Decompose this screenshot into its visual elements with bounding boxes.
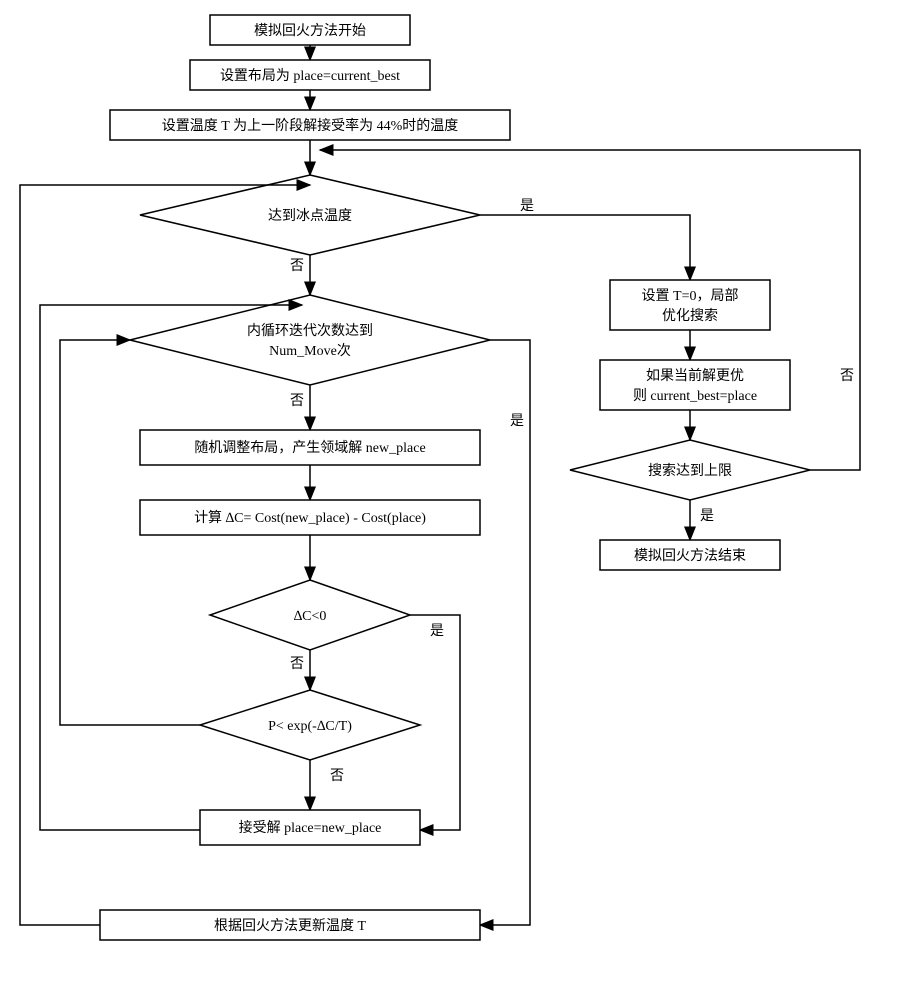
accept-label: 接受解 place=new_place — [239, 819, 382, 836]
calc-delta-label: 计算 ∆C= Cost(new_place) - Cost(place) — [194, 510, 426, 526]
inner-yes-label: 是 — [510, 414, 524, 429]
prob-check-label: P< exp(-∆C/T) — [268, 719, 352, 734]
freeze-no-label: 否 — [290, 259, 304, 274]
set-place-label: 设置布局为 place=current_best — [220, 68, 400, 84]
start-label: 模拟回火方法开始 — [254, 23, 366, 39]
search-no-label: 否 — [840, 369, 854, 384]
update-temp-label: 根据回火方法更新温度 T — [214, 918, 366, 934]
set-t0-label-1: 设置 T=0，局部 — [642, 288, 739, 304]
delta-yes-label: 是 — [430, 624, 444, 639]
update-best-label-1: 如果当前解更优 — [646, 367, 744, 384]
freeze-yes-label: 是 — [520, 199, 534, 214]
inner-loop-label-1: 内循环迭代次数达到 — [247, 323, 373, 339]
end-label: 模拟回火方法结束 — [634, 548, 746, 564]
set-temp-label: 设置温度 T 为上一阶段解接受率为 44%时的温度 — [162, 117, 458, 134]
inner-loop-diamond — [130, 295, 490, 385]
delta-check-label: ∆C<0 — [294, 609, 327, 624]
update-best-label-2: 则 current_best=place — [633, 388, 757, 404]
prob-no-label: 否 — [330, 769, 344, 784]
search-limit-label: 搜索达到上限 — [648, 462, 732, 479]
search-yes-label: 是 — [700, 509, 714, 524]
delta-no-label: 否 — [290, 657, 304, 672]
inner-loop-label-2: Num_Move次 — [269, 343, 351, 359]
random-adjust-label: 随机调整布局，产生领域解 new_place — [194, 440, 425, 456]
inner-no-label: 否 — [290, 394, 304, 409]
freeze-check-label: 达到冰点温度 — [268, 208, 352, 224]
set-t0-label-2: 优化搜索 — [662, 307, 718, 324]
